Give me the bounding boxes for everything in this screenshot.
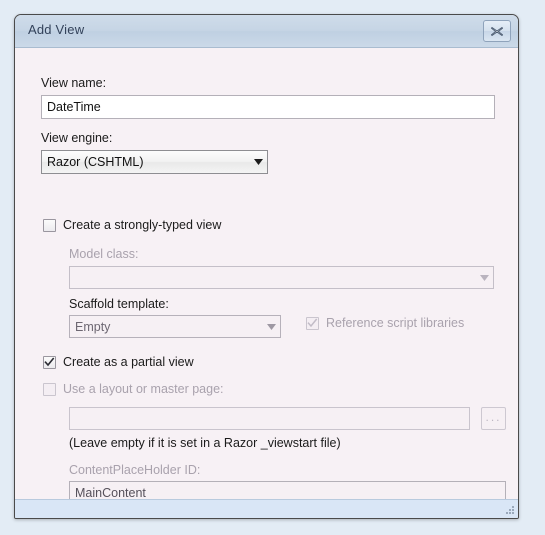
chevron-down-icon bbox=[476, 274, 493, 281]
reference-script-checkbox[interactable]: Reference script libraries bbox=[306, 316, 464, 330]
checkbox-box bbox=[43, 355, 56, 369]
use-layout-checkbox[interactable]: Use a layout or master page: bbox=[43, 382, 224, 396]
check-icon bbox=[307, 318, 318, 327]
model-class-combo[interactable] bbox=[69, 266, 494, 289]
scaffold-template-combo[interactable]: Empty bbox=[69, 315, 281, 338]
partial-view-label: Create as a partial view bbox=[63, 355, 194, 369]
close-button[interactable] bbox=[483, 20, 511, 42]
view-name-input[interactable] bbox=[41, 95, 495, 119]
use-layout-label: Use a layout or master page: bbox=[63, 382, 224, 396]
checkbox-box bbox=[43, 382, 56, 396]
content-placeholder-label: ContentPlaceHolder ID: bbox=[69, 463, 201, 477]
reference-script-label: Reference script libraries bbox=[326, 316, 465, 330]
checkbox-box bbox=[43, 218, 56, 232]
chevron-down-icon bbox=[263, 323, 280, 330]
resize-grip-icon[interactable] bbox=[504, 505, 515, 516]
view-engine-combo[interactable]: Razor (CSHTML) bbox=[41, 150, 268, 174]
layout-path-input[interactable] bbox=[69, 407, 470, 430]
chevron-down-icon bbox=[250, 159, 267, 165]
check-icon bbox=[44, 356, 55, 366]
checkbox-box bbox=[306, 316, 319, 330]
view-name-label: View name: bbox=[41, 76, 107, 90]
add-view-dialog: Add View View name: View engine: Razor (… bbox=[14, 14, 519, 519]
partial-view-checkbox[interactable]: Create as a partial view bbox=[43, 355, 194, 369]
dialog-title: Add View bbox=[28, 22, 85, 37]
dialog-titlebar: Add View bbox=[15, 15, 518, 48]
model-class-label: Model class: bbox=[69, 247, 139, 261]
dialog-footer-strip bbox=[15, 499, 518, 518]
scaffold-template-value: Empty bbox=[75, 319, 111, 334]
strongly-typed-label: Create a strongly-typed view bbox=[63, 218, 222, 232]
layout-hint-text: (Leave empty if it is set in a Razor _vi… bbox=[69, 436, 341, 450]
dialog-body: View name: View engine: Razor (CSHTML) C… bbox=[15, 48, 518, 505]
strongly-typed-checkbox[interactable]: Create a strongly-typed view bbox=[43, 218, 221, 232]
scaffold-template-label: Scaffold template: bbox=[69, 297, 169, 311]
view-engine-label: View engine: bbox=[41, 131, 113, 145]
close-x-icon bbox=[490, 26, 504, 36]
browse-button[interactable]: ... bbox=[481, 407, 506, 430]
view-engine-value: Razor (CSHTML) bbox=[47, 155, 144, 169]
